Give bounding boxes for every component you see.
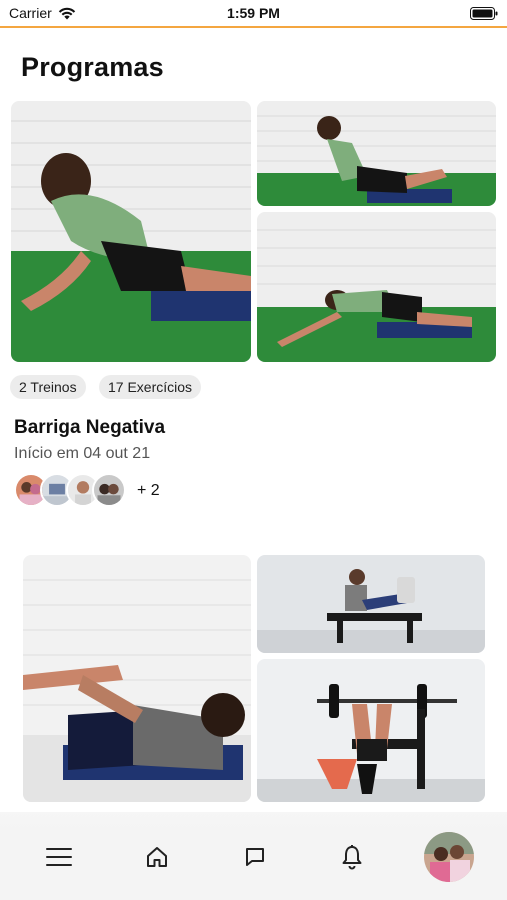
program-image-main[interactable] — [11, 101, 251, 362]
home-icon — [147, 847, 167, 867]
chat-icon — [246, 848, 264, 866]
avatar — [92, 473, 126, 507]
program-image-bottom-right[interactable] — [257, 212, 496, 362]
menu-button[interactable] — [44, 842, 74, 872]
program-image-top-right[interactable] — [257, 555, 485, 653]
participant-avatars[interactable] — [14, 473, 134, 507]
home-button[interactable] — [142, 842, 172, 872]
status-accent-line — [0, 26, 507, 28]
notifications-button[interactable] — [337, 842, 367, 872]
bottom-navigation — [0, 812, 507, 900]
tag-exercises: 17 Exercícios — [99, 375, 202, 399]
program-image-top-right[interactable] — [257, 101, 496, 206]
program-start-date: Início em 04 out 21 — [14, 445, 151, 462]
tag-workouts: 2 Treinos — [10, 375, 86, 399]
chat-button[interactable] — [240, 842, 270, 872]
program-title[interactable]: Barriga Negativa — [14, 417, 165, 439]
status-time: 1:59 PM — [227, 5, 280, 21]
page-title: Programas — [21, 52, 164, 82]
program-image-bottom-right[interactable] — [257, 659, 485, 802]
battery-icon — [470, 7, 498, 25]
profile-avatar[interactable] — [424, 832, 474, 882]
bell-icon — [342, 845, 362, 870]
status-bar: Carrier 1:59 PM — [0, 0, 507, 28]
participants-more-count: + 2 — [137, 482, 160, 499]
menu-icon — [46, 848, 72, 866]
program-image-main[interactable] — [23, 555, 251, 802]
